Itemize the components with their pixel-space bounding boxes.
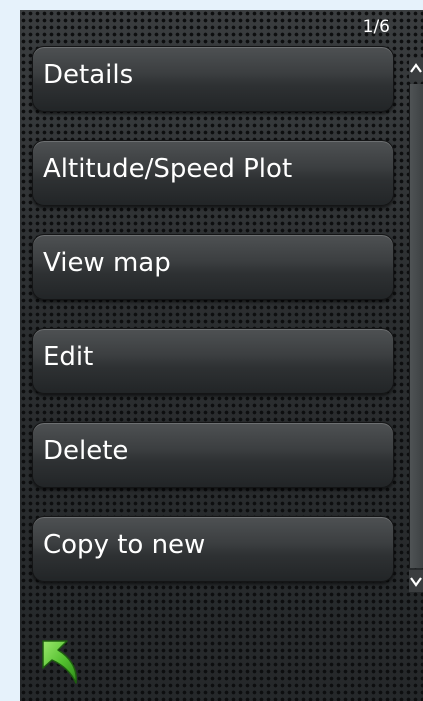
page-counter: 1/6 [362,17,390,37]
delete-button[interactable]: Delete [32,422,394,488]
edit-button[interactable]: Edit [32,328,394,394]
scroll-track[interactable] [409,84,423,568]
altitude-speed-plot-button[interactable]: Altitude/Speed Plot [32,140,394,206]
device-screen: 1/6 Details Altitude/Speed Plot View map… [20,10,423,701]
chevron-down-icon[interactable] [409,570,423,592]
chevron-up-icon[interactable] [409,58,423,80]
details-button[interactable]: Details [32,46,394,112]
back-button[interactable] [40,637,84,685]
copy-to-new-button[interactable]: Copy to new [32,516,394,582]
view-map-button[interactable]: View map [32,234,394,300]
back-arrow-icon [42,640,77,684]
scrollbar[interactable] [409,54,423,599]
